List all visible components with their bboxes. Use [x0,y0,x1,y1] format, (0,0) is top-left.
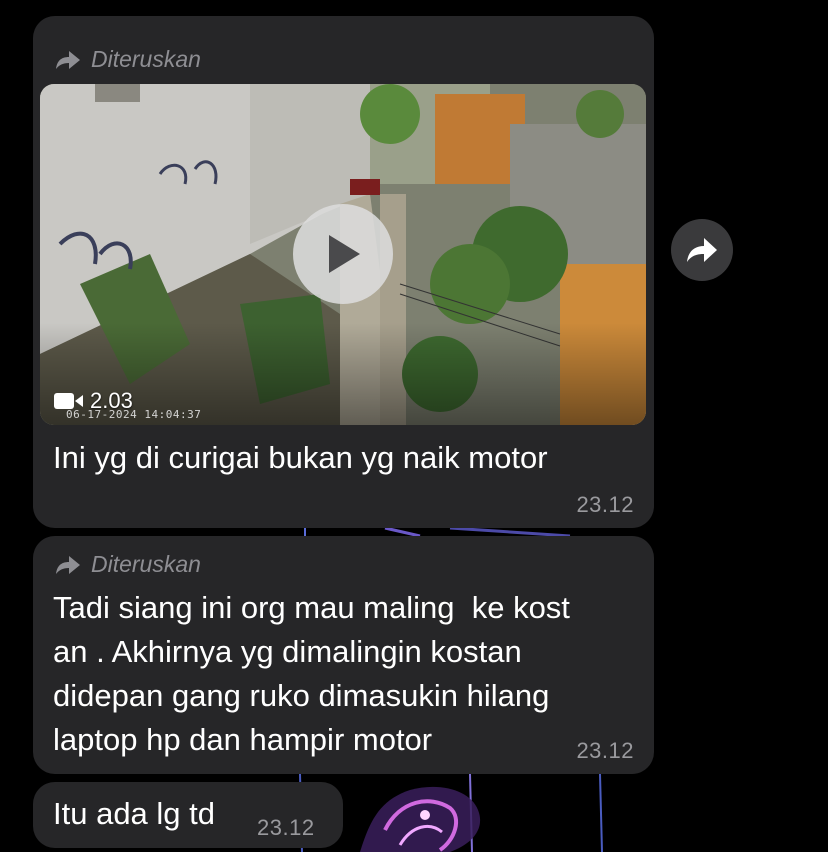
forwarded-label: Diteruskan [55,46,201,73]
forwarded-text: Diteruskan [91,46,201,72]
message-text: Ini yg di curigai bukan yg naik motor [53,440,548,475]
message-time: 23.12 [257,815,315,840]
share-icon [687,238,717,262]
message-bubble-text[interactable]: Diteruskan Tadi siang ini org mau maling… [33,536,654,774]
message-line: laptop hp dan hampir motor [53,722,433,757]
message-text: Itu ada lg td [53,796,216,831]
forward-arrow-icon [56,555,80,574]
forwarded-label: Diteruskan [55,551,201,578]
message-line: didepan gang ruko dimasukin hilang [53,678,550,713]
message-text: Tadi siang ini org mau maling ke kost an… [53,586,633,762]
forwarded-text: Diteruskan [91,551,201,577]
message-line: Tadi siang ini org mau maling ke kost [53,590,570,625]
camera-timestamp: 06-17-2024 14:04:37 [66,408,202,421]
message-line: an . Akhirnya yg dimalingin kostan [53,634,522,669]
forward-arrow-icon [56,50,80,69]
play-icon [329,235,360,273]
video-thumbnail[interactable]: 2.03 06-17-2024 14:04:37 [40,84,646,425]
message-bubble-video[interactable]: Diteruskan 2.03 06-17-2024 14:04:37 Ini … [33,16,654,528]
share-button[interactable] [671,219,733,281]
message-bubble-text[interactable]: Itu ada lg td 23.12 [33,782,343,848]
message-time: 23.12 [576,492,634,517]
message-time: 23.12 [576,738,634,763]
play-button[interactable] [293,204,393,304]
